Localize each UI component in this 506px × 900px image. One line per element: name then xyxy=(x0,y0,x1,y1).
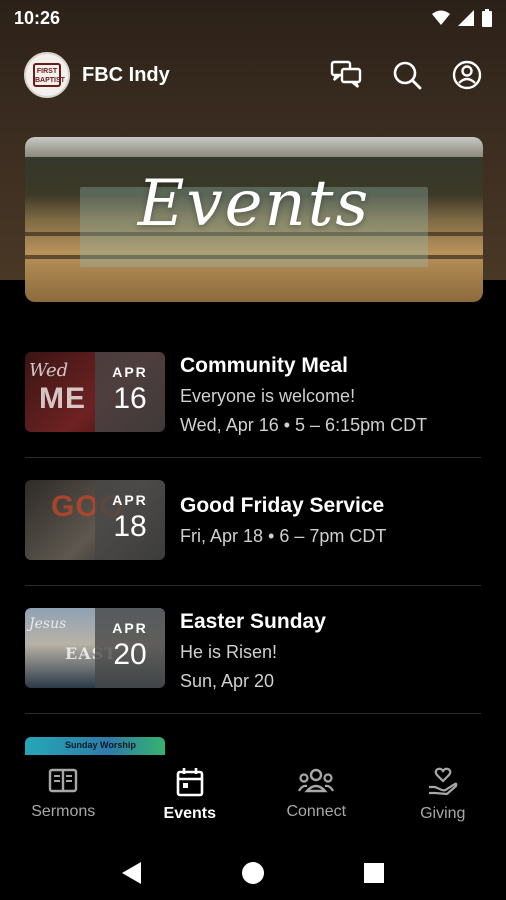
event-item[interactable]: GOO APR 18 Good Friday Service Fri, Apr … xyxy=(25,458,481,586)
event-datetime: Wed, Apr 16 • 5 – 6:15pm CDT xyxy=(180,415,428,435)
wifi-icon xyxy=(432,10,450,25)
thumbnail-art: Jesus xyxy=(29,616,67,632)
date-month: APR xyxy=(112,620,148,636)
event-subtitle: He is Risen! xyxy=(180,642,278,662)
nav-sermons[interactable]: Sermons xyxy=(0,755,127,845)
group-icon xyxy=(298,768,335,793)
event-details: Community Meal Everyone is welcome! Wed,… xyxy=(180,354,481,436)
event-thumbnail: GOO APR 18 xyxy=(25,480,165,560)
nav-connect[interactable]: Connect xyxy=(253,755,380,845)
banner-title: Events xyxy=(137,167,371,241)
battery-icon xyxy=(482,9,492,27)
partial-thumb-text: Sunday Worship xyxy=(65,740,136,750)
event-title: Good Friday Service xyxy=(180,494,385,517)
app-bar: FIRST BAPTIST FBC Indy xyxy=(0,48,506,102)
nav-label: Events xyxy=(163,805,216,822)
hand-heart-icon xyxy=(428,767,458,796)
calendar-icon xyxy=(176,768,204,797)
bottom-navigation: Sermons Events Connect Giving xyxy=(0,755,506,845)
event-details: Good Friday Service Fri, Apr 18 • 6 – 7p… xyxy=(180,494,481,547)
signal-icon xyxy=(458,10,474,26)
date-day: 18 xyxy=(113,510,147,543)
date-badge: APR 20 xyxy=(95,608,165,688)
event-subtitle: Everyone is welcome! xyxy=(180,386,356,406)
event-thumbnail: Jesus EAST APR 20 xyxy=(25,608,165,688)
recents-icon[interactable] xyxy=(363,862,385,884)
event-details: Easter Sunday He is Risen! Sun, Apr 20 xyxy=(180,610,481,692)
event-item[interactable]: Jesus EAST APR 20 Easter Sunday He is Ri… xyxy=(25,586,481,714)
app-actions xyxy=(330,60,482,90)
status-bar: 10:26 xyxy=(0,0,506,36)
nav-label: Sermons xyxy=(31,803,96,820)
system-navigation xyxy=(0,845,506,900)
event-title: Community Meal xyxy=(180,354,349,377)
nav-events[interactable]: Events xyxy=(127,755,254,845)
events-banner: Events xyxy=(25,137,483,302)
home-icon[interactable] xyxy=(241,861,265,885)
date-day: 20 xyxy=(113,638,147,671)
date-month: APR xyxy=(112,492,148,508)
date-day: 16 xyxy=(113,382,147,415)
thumbnail-art: ME xyxy=(39,382,86,415)
back-icon[interactable] xyxy=(121,861,143,885)
event-list: Wed ME APR 16 Community Meal Everyone is… xyxy=(0,330,506,714)
account-icon[interactable] xyxy=(452,60,482,90)
date-badge: APR 18 xyxy=(95,480,165,560)
event-title: Easter Sunday xyxy=(180,610,326,633)
logo-mark: FIRST BAPTIST xyxy=(33,63,65,87)
event-datetime: Fri, Apr 18 • 6 – 7pm CDT xyxy=(180,526,387,546)
status-icons xyxy=(432,9,492,27)
app-title: FBC Indy xyxy=(82,63,170,86)
event-thumbnail-partial[interactable]: Sunday Worship xyxy=(25,737,165,757)
date-badge: APR 16 xyxy=(95,352,165,432)
status-time: 10:26 xyxy=(14,7,61,28)
chat-icon[interactable] xyxy=(330,60,362,90)
search-icon[interactable] xyxy=(392,60,422,90)
nav-label: Connect xyxy=(286,803,347,820)
nav-giving[interactable]: Giving xyxy=(380,755,506,845)
event-thumbnail: Wed ME APR 16 xyxy=(25,352,165,432)
thumbnail-art: Wed xyxy=(29,360,69,381)
book-icon xyxy=(49,768,78,793)
event-datetime: Sun, Apr 20 xyxy=(180,671,275,691)
event-item[interactable]: Wed ME APR 16 Community Meal Everyone is… xyxy=(25,330,481,458)
date-month: APR xyxy=(112,364,148,380)
church-logo[interactable]: FIRST BAPTIST xyxy=(24,52,70,98)
nav-label: Giving xyxy=(420,805,466,822)
